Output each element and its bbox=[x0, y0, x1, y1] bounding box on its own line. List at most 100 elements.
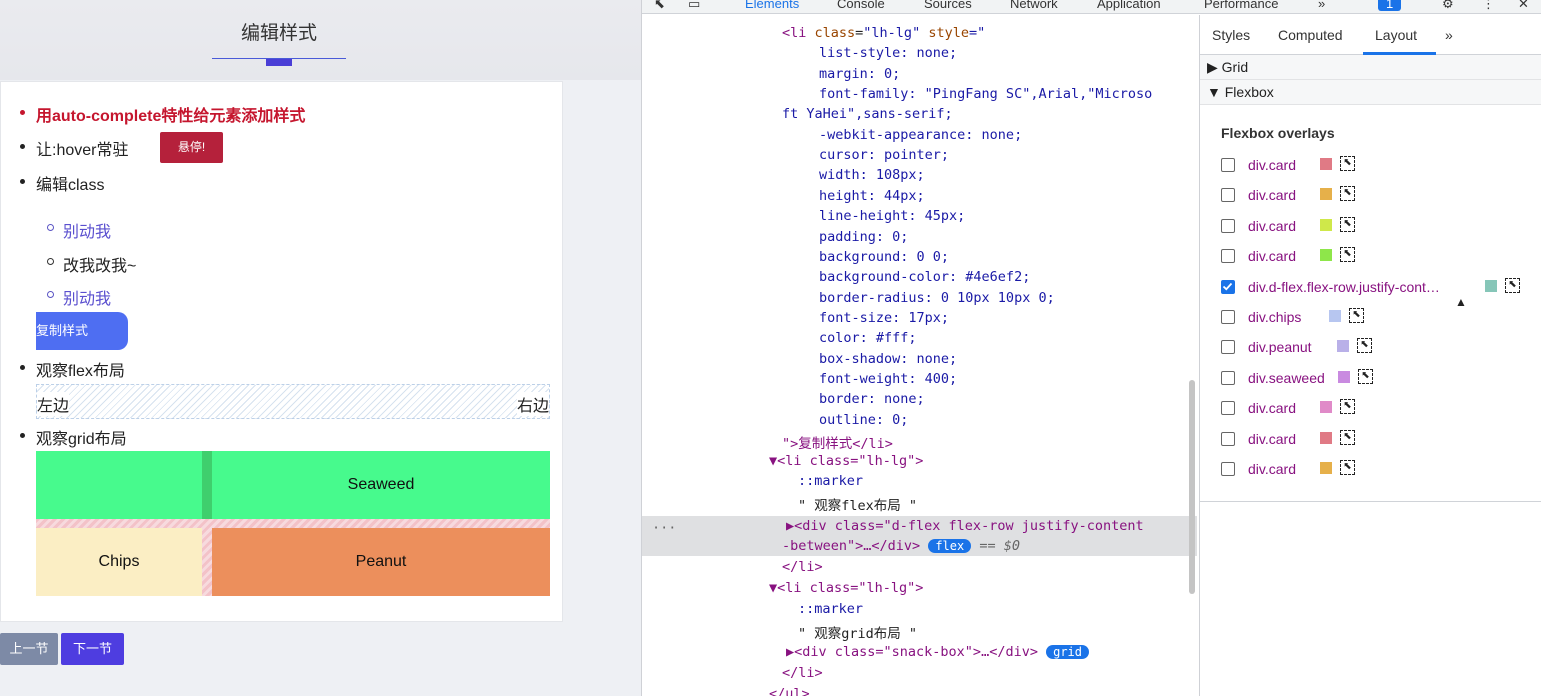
tab-sources[interactable]: Sources bbox=[924, 0, 972, 11]
sub-bullet bbox=[47, 224, 54, 231]
overlay-color-swatch[interactable] bbox=[1320, 249, 1332, 262]
overlay-color-swatch[interactable] bbox=[1320, 158, 1332, 170]
flexbox-overlay-row[interactable]: div.card ⬉ bbox=[1221, 398, 1531, 420]
tab-computed[interactable]: Computed bbox=[1278, 27, 1343, 43]
code-line[interactable]: ▼<li class="lh-lg"> bbox=[769, 453, 923, 469]
copy-style-button[interactable]: 复制样式 bbox=[36, 312, 128, 350]
code-line[interactable]: <li class="lh-lg" style=" bbox=[782, 25, 985, 41]
close-icon[interactable]: ✕ bbox=[1518, 0, 1529, 12]
gear-icon[interactable]: ⚙ bbox=[1442, 0, 1454, 12]
highlight-element-icon[interactable]: ⬉ bbox=[1340, 186, 1355, 202]
overlay-label: div.card bbox=[1248, 217, 1296, 234]
flexbox-overlay-row[interactable]: div.d-flex.flex-row.justify-cont… ⬉ bbox=[1221, 277, 1531, 299]
overlay-checkbox[interactable] bbox=[1221, 279, 1235, 294]
highlight-element-icon[interactable]: ⬉ bbox=[1358, 368, 1373, 384]
tab-styles[interactable]: Styles bbox=[1212, 27, 1250, 43]
node-options-dots[interactable]: ··· bbox=[652, 520, 676, 536]
code-line[interactable]: </ul> bbox=[769, 686, 810, 696]
issues-badge[interactable]: 1 bbox=[1378, 0, 1402, 11]
overlay-color-swatch[interactable] bbox=[1485, 279, 1497, 292]
flexbox-overlay-row[interactable]: div.card ⬉ bbox=[1221, 216, 1531, 238]
overlay-checkbox[interactable] bbox=[1221, 310, 1235, 324]
overlay-checkbox[interactable] bbox=[1221, 218, 1235, 233]
device-toolbar-icon[interactable]: ▭ bbox=[688, 0, 700, 12]
grid-gap bbox=[202, 451, 212, 519]
css-line: cursor: pointer; bbox=[819, 147, 950, 163]
tab-network[interactable]: Network bbox=[1010, 0, 1058, 11]
highlight-element-icon[interactable]: ⬉ bbox=[1340, 399, 1355, 415]
grid-section-header[interactable]: ▶ Grid bbox=[1200, 55, 1541, 80]
elements-scrollbar[interactable] bbox=[1189, 380, 1195, 594]
code-line[interactable]: </li> bbox=[782, 559, 823, 575]
flexbox-overlay-row[interactable]: div.seaweed ⬉ bbox=[1221, 368, 1531, 390]
text-node[interactable]: " 观察flex布局 " bbox=[798, 494, 917, 514]
flexbox-overlay-row[interactable]: div.card ⬉ bbox=[1221, 459, 1531, 481]
tab-application[interactable]: Application bbox=[1097, 0, 1161, 11]
highlight-element-icon[interactable]: ⬉ bbox=[1357, 338, 1372, 354]
flexbox-section-header[interactable]: ▼ Flexbox bbox=[1200, 80, 1541, 105]
overlay-color-swatch[interactable] bbox=[1320, 431, 1332, 444]
tab-elements[interactable]: Elements bbox=[745, 0, 799, 11]
code-line[interactable]: </li> bbox=[782, 665, 823, 681]
sub-item-dont-move-1[interactable]: 别动我 bbox=[63, 218, 111, 242]
inspect-icon[interactable]: ⬉ bbox=[654, 0, 665, 12]
prev-section-button[interactable]: 上一节 bbox=[0, 633, 58, 665]
highlight-element-icon[interactable]: ⬉ bbox=[1340, 247, 1355, 263]
grid-badge[interactable]: grid bbox=[1046, 645, 1090, 659]
more-sidebar-tabs-icon[interactable]: » bbox=[1445, 27, 1453, 43]
overlay-checkbox[interactable] bbox=[1221, 188, 1235, 203]
overlay-color-swatch[interactable] bbox=[1337, 340, 1349, 353]
grid-cell-seaweed: Seaweed bbox=[212, 451, 550, 519]
marker-node[interactable]: ::marker bbox=[798, 473, 863, 489]
flex-badge[interactable]: flex bbox=[928, 539, 972, 553]
code-line[interactable]: ▼<li class="lh-lg"> bbox=[769, 580, 923, 596]
selected-node[interactable]: ▶<div class="d-flex flex-row justify-con… bbox=[786, 518, 1144, 534]
selected-node-cont[interactable]: -between">…</div> flex == $0 bbox=[782, 538, 1020, 554]
overlay-checkbox[interactable] bbox=[1221, 462, 1235, 476]
highlight-element-icon[interactable]: ⬉ bbox=[1340, 460, 1355, 475]
overlay-color-swatch[interactable] bbox=[1338, 370, 1350, 383]
marker-node[interactable]: ::marker bbox=[798, 601, 863, 617]
tab-layout[interactable]: Layout bbox=[1375, 27, 1417, 43]
css-line: ft YaHei",sans-serif; bbox=[782, 106, 953, 122]
kebab-menu-icon[interactable]: ⋮ bbox=[1482, 0, 1495, 12]
flexbox-overlay-row[interactable]: div.card ⬉ bbox=[1221, 429, 1531, 451]
overlay-label: div.card bbox=[1248, 400, 1296, 417]
tab-performance[interactable]: Performance bbox=[1204, 0, 1278, 11]
highlight-element-icon[interactable]: ⬉ bbox=[1340, 429, 1355, 445]
sub-item-dont-move-2[interactable]: 别动我 bbox=[63, 285, 111, 309]
flexbox-overlay-row[interactable]: div.card ⬉ bbox=[1221, 155, 1531, 177]
flexbox-overlay-row[interactable]: div.chips ⬉ bbox=[1221, 307, 1531, 329]
flexbox-overlay-row[interactable]: div.card ⬉ bbox=[1221, 246, 1531, 268]
overlay-checkbox[interactable] bbox=[1221, 370, 1235, 385]
highlight-element-icon[interactable]: ⬉ bbox=[1340, 156, 1355, 171]
overlay-checkbox[interactable] bbox=[1221, 249, 1235, 264]
hover-button[interactable]: 悬停! bbox=[160, 132, 223, 163]
overlay-checkbox[interactable] bbox=[1221, 401, 1235, 416]
text-node[interactable]: " 观察grid布局 " bbox=[798, 622, 917, 642]
item-edit-class: 编辑class bbox=[36, 177, 105, 194]
highlight-element-icon[interactable]: ⬉ bbox=[1505, 277, 1520, 293]
overlay-checkbox[interactable] bbox=[1221, 431, 1235, 446]
highlight-element-icon[interactable]: ⬉ bbox=[1340, 216, 1355, 232]
more-tabs-icon[interactable]: » bbox=[1318, 0, 1325, 11]
overlay-checkbox[interactable] bbox=[1221, 340, 1235, 355]
overlay-color-swatch[interactable] bbox=[1320, 401, 1332, 414]
overlay-color-swatch[interactable] bbox=[1320, 188, 1332, 201]
overlay-color-swatch[interactable] bbox=[1320, 462, 1332, 474]
highlight-element-icon[interactable]: ⬉ bbox=[1349, 308, 1364, 323]
flexbox-overlays-title: Flexbox overlays bbox=[1221, 125, 1335, 141]
code-line[interactable]: ▶<div class="snack-box">…</div> grid bbox=[786, 644, 1090, 660]
sub-item-change-me[interactable]: 改我改我~ bbox=[63, 252, 136, 276]
css-line: -webkit-appearance: none; bbox=[819, 127, 1023, 143]
bullet bbox=[20, 110, 25, 115]
grid-cell-empty bbox=[36, 451, 202, 519]
flexbox-overlay-row[interactable]: div.card ⬉ bbox=[1221, 185, 1531, 207]
code-line[interactable]: ">复制样式</li> bbox=[782, 432, 893, 452]
flexbox-overlay-row[interactable]: div.peanut ⬉ bbox=[1221, 337, 1531, 359]
overlay-color-swatch[interactable] bbox=[1329, 310, 1341, 322]
next-section-button[interactable]: 下一节 bbox=[61, 633, 124, 665]
overlay-checkbox[interactable] bbox=[1221, 158, 1235, 172]
overlay-color-swatch[interactable] bbox=[1320, 218, 1332, 231]
tab-console[interactable]: Console bbox=[837, 0, 885, 11]
